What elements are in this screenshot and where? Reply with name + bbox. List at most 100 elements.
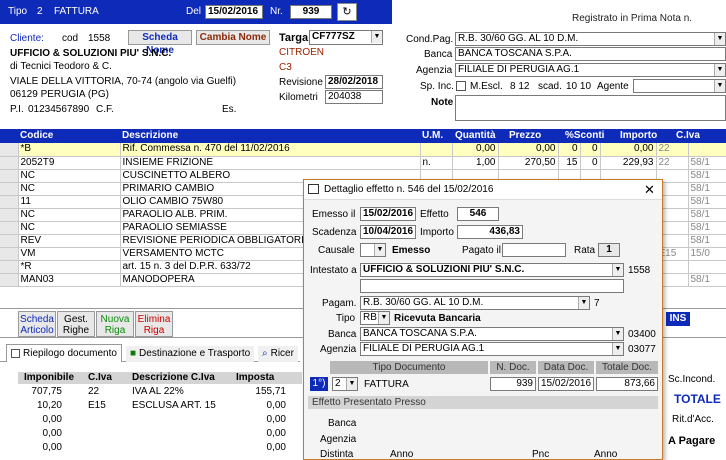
col-civa: C.Iva <box>676 130 700 141</box>
tab-destinazione[interactable]: ■ Destinazione e Trasporto <box>126 346 255 362</box>
doc-n: 939 <box>490 377 536 391</box>
summary-row: 707,75 22 IVA AL 22% 155,71 <box>31 386 286 397</box>
gest-righe-button[interactable]: Gest. Righe <box>57 311 95 337</box>
col-sconti: %Sconti <box>565 130 605 141</box>
tab-ricerca[interactable]: ⌕ Ricer <box>258 346 298 362</box>
tab-riepilogo[interactable]: Riepilogo documento <box>6 344 122 362</box>
scheda-articolo-button[interactable]: Scheda Articolo <box>18 311 56 337</box>
banca-field[interactable]: BANCA TOSCANA S.P.A. <box>455 47 726 61</box>
effetto-label: Effetto <box>420 209 449 220</box>
km-field[interactable]: 204038 <box>325 90 383 104</box>
rata-field[interactable]: 1 <box>598 243 620 257</box>
agente-label: Agente <box>597 81 629 92</box>
presentato-anno2-label: Anno <box>594 449 618 460</box>
tipo-name: FATTURA <box>54 6 99 17</box>
vehicle-model: CITROEN <box>279 47 324 58</box>
tipo-desc: Ricevuta Bancaria <box>394 313 481 324</box>
cliente-line2: di Tecnici Teodoro & C. <box>10 61 112 72</box>
col-quantita: Quantità <box>455 130 496 141</box>
sum-col-descrizione: Descrizione C.Iva <box>132 372 215 383</box>
cliente-city: 06129 PERUGIA (PG) <box>10 89 109 100</box>
document-icon <box>11 348 20 358</box>
cod-label: cod <box>62 33 79 44</box>
pagato-field[interactable] <box>502 243 566 257</box>
spinc-checkbox[interactable] <box>456 81 466 91</box>
scheda-nome-button[interactable]: Scheda Nome <box>128 30 192 56</box>
doc-index: 1°) <box>310 377 328 391</box>
effetto-field[interactable]: 546 <box>457 207 499 221</box>
cond-select[interactable]: R.B. 30/60 GG. AL 10 D.M. ▼ <box>455 32 726 46</box>
importo-field[interactable]: 436,83 <box>457 225 523 239</box>
banca-label: Banca <box>424 49 453 60</box>
pi-label: P.I. <box>10 104 24 115</box>
summary-row: 0,00 0,00 <box>42 442 286 453</box>
scad-value: 10 10 <box>566 81 592 92</box>
intestato-code: 1558 <box>628 265 651 276</box>
presentato-distinta-label: Distinta <box>320 449 354 460</box>
note-label: Note <box>431 97 454 108</box>
doc-col-totale: Totale Doc. <box>596 361 658 374</box>
cambia-nome-button[interactable]: Cambia Nome <box>196 30 270 45</box>
dialog-titlebar: Dettaglio effetto n. 546 del 15/02/2016 … <box>304 180 662 200</box>
cliente-address: VIALE DELLA VITTORIA, 70-74 (angolo via … <box>10 76 237 87</box>
pagam-code: 7 <box>594 298 600 309</box>
targa-field[interactable]: CF777SZ ▼ <box>309 30 383 45</box>
pagam-select[interactable]: R.B. 30/60 GG. AL 10 D.M. ▼ <box>360 296 590 310</box>
emesso-field[interactable]: 15/02/2016 <box>360 207 416 221</box>
revisione-field[interactable]: 28/02/2018 <box>325 75 383 89</box>
dlg-banca-select[interactable]: BANCA TOSCANA S.P.A. ▼ <box>360 327 624 341</box>
causale-label: Causale <box>318 245 355 256</box>
top-bar: Tipo 2 FATTURA Del 15/02/2016 Nr. 939 ↻ <box>0 0 392 24</box>
tipo-num: 2 <box>37 6 43 17</box>
registrato-label: Registrato in Prima Nota n. <box>572 13 693 24</box>
note-textarea[interactable] <box>455 95 726 121</box>
causale-value: Emesso <box>392 245 431 256</box>
del-label: Del <box>186 6 202 17</box>
mescl-value: 8 12 <box>510 81 530 92</box>
revisione-label: Revisione <box>279 77 323 88</box>
truck-icon: ■ <box>130 348 137 359</box>
col-codice: Codice <box>20 130 54 141</box>
causale-select[interactable]: ▼ <box>360 243 386 257</box>
mescl-label: M.Escl. <box>470 81 503 92</box>
intestato-select[interactable]: UFFICIO & SOLUZIONI PIU' S.N.C. ▼ <box>360 263 624 277</box>
totale-label: TOTALE <box>674 392 721 406</box>
elimina-riga-button[interactable]: Elimina Riga <box>135 311 173 337</box>
date-field[interactable]: 15/02/2016 <box>205 5 263 19</box>
nuova-riga-button[interactable]: Nuova Riga <box>96 311 134 337</box>
scad-label: scad. <box>538 81 562 92</box>
presentato-agenzia-label: Agenzia <box>320 434 357 445</box>
col-prezzo: Prezzo <box>509 130 542 141</box>
tipo-label: Tipo <box>336 313 356 324</box>
summary-rows: 707,75 22 IVA AL 22% 155,71 10,20 E15 ESCLUSA … <box>18 385 302 455</box>
es-label: Es. <box>222 104 237 115</box>
cliente-name: UFFICIO & SOLUZIONI PIU' S.N.C. <box>10 48 172 59</box>
dlg-agenzia-select[interactable]: FILIALE DI PERUGIA AG.1 ▼ <box>360 342 624 356</box>
nr-field[interactable]: 939 <box>290 5 332 19</box>
doc-tipo-select[interactable]: 2 ▼ <box>332 377 358 391</box>
presentato-pnc-label: Pnc <box>532 449 550 460</box>
cliente-label: Cliente: <box>10 33 44 44</box>
doc-name: FATTURA <box>364 379 409 390</box>
pi-value: 01234567890 <box>28 104 90 115</box>
agenzia-select[interactable]: FILIALE DI PERUGIA AG.1 ▼ <box>455 63 726 77</box>
intestato-label: Intestato a <box>310 265 357 276</box>
ritacc-label: Rit.d'Acc. <box>672 414 714 425</box>
refresh-icon[interactable]: ↻ <box>337 3 357 21</box>
table-row[interactable]: 2052T9 INSIEME FRIZIONE n. 1,00 270,50 15 0 229… <box>0 156 726 170</box>
cod-value: 1558 <box>88 33 111 44</box>
tipo-select[interactable]: RB ▼ <box>360 311 390 325</box>
close-icon[interactable]: ✕ <box>644 182 655 198</box>
dlg-banca-code: 03400 <box>628 329 656 340</box>
dlg-banca-label: Banca <box>328 329 357 340</box>
tab-bar: Riepilogo documento ■ Destinazione e Tras… <box>0 342 300 362</box>
intestato-extra[interactable] <box>360 279 624 293</box>
agente-select[interactable]: ▼ <box>633 79 726 93</box>
doc-col-n: N. Doc. <box>490 361 536 374</box>
col-importo: Importo <box>620 130 658 141</box>
table-row[interactable]: *B Rif. Commessa n. 470 del 11/02/2016 0,0… <box>0 143 726 157</box>
sum-col-imponibile: Imponibile <box>24 372 74 383</box>
tipo-label: Tipo <box>8 6 28 17</box>
scadenza-field[interactable]: 10/04/2016 <box>360 225 416 239</box>
search-icon: ⌕ <box>262 348 268 359</box>
